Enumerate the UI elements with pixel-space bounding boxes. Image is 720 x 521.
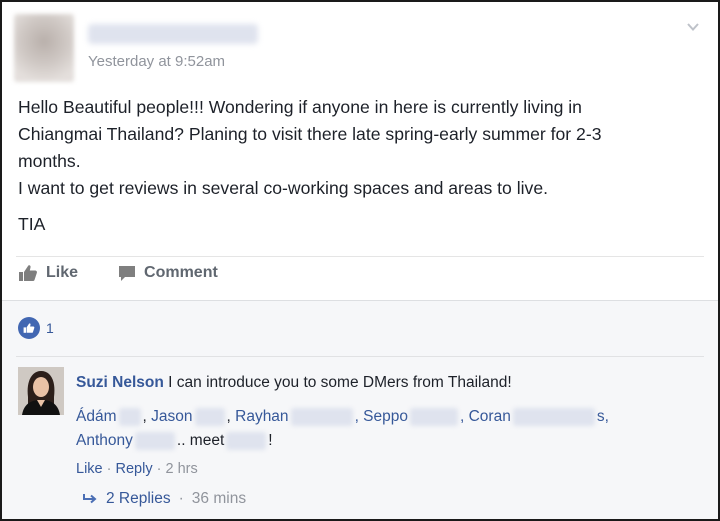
- comment-text: I can introduce you to some DMers from T…: [168, 374, 512, 391]
- mention-link[interactable]: s,: [597, 408, 609, 425]
- chevron-down-icon[interactable]: [686, 20, 700, 34]
- redacted-text: [194, 407, 225, 426]
- divider: [16, 256, 704, 257]
- mentions: Ádám, Jason, Rayhan, Seppo, Coran s, Anth…: [76, 407, 609, 450]
- post-actions: Like Comment: [18, 264, 218, 282]
- like-label: Like: [46, 264, 79, 281]
- facebook-post: Yesterday at 9:52am Hello Beautiful peop…: [0, 0, 720, 521]
- speech-bubble-icon: [119, 265, 136, 281]
- comment-like-link[interactable]: Like: [76, 461, 103, 477]
- mention-link[interactable]: , Coran: [460, 408, 511, 425]
- redacted-text: [134, 431, 175, 450]
- reply-arrow-icon: [83, 494, 97, 504]
- post-body: Hello Beautiful people!!! Wondering if a…: [18, 94, 708, 238]
- comments-section: 1 Suzi Nelson I can introduce you to som…: [2, 300, 718, 519]
- divider: [16, 356, 704, 357]
- poster-name-redacted[interactable]: [88, 24, 258, 44]
- comment-label: Comment: [144, 264, 218, 281]
- thumbs-up-icon: [19, 265, 37, 281]
- mention-link[interactable]: , Seppo: [355, 408, 408, 425]
- comment-text: !: [268, 432, 273, 449]
- mention-link[interactable]: Ádám: [76, 408, 117, 425]
- comment-meta: Like · Reply · 2 hrs: [76, 457, 702, 481]
- view-replies[interactable]: 2 Replies · 36 mins: [82, 490, 246, 508]
- poster-avatar[interactable]: [14, 14, 74, 82]
- comment-time[interactable]: 2 hrs: [166, 461, 198, 477]
- post-line: Hello Beautiful people!!! Wondering if a…: [18, 97, 582, 117]
- post-timestamp[interactable]: Yesterday at 9:52am: [88, 53, 225, 70]
- separator: ·: [178, 490, 184, 507]
- reaction-count: 1: [46, 320, 54, 336]
- redacted-text: [512, 407, 595, 426]
- mention-link[interactable]: Jason: [151, 408, 192, 425]
- separator: ·: [156, 461, 162, 477]
- mention-link[interactable]: Anthony: [76, 432, 133, 449]
- mention-link[interactable]: Rayhan: [235, 408, 288, 425]
- redacted-text: [410, 407, 458, 426]
- separator: ·: [106, 461, 112, 477]
- post-line: Chiangmai Thailand? Planing to visit the…: [18, 124, 602, 144]
- like-button[interactable]: Like: [18, 264, 78, 282]
- reactions-summary[interactable]: 1: [18, 317, 54, 339]
- comment-body: Suzi Nelson I can introduce you to some …: [76, 371, 702, 481]
- redacted-text: [226, 431, 267, 450]
- comment-author-link[interactable]: Suzi Nelson: [76, 374, 164, 391]
- redacted-text: [118, 407, 141, 426]
- avatar[interactable]: [18, 367, 64, 415]
- redacted-text: [290, 407, 353, 426]
- like-reaction-icon: [18, 317, 40, 339]
- post-line: I want to get reviews in several co-work…: [18, 178, 549, 198]
- post-line: months.: [18, 151, 81, 171]
- post-closing: TIA: [18, 214, 46, 234]
- replies-link[interactable]: 2 Replies: [106, 490, 171, 508]
- comment-button[interactable]: Comment: [118, 264, 218, 282]
- comment-reply-link[interactable]: Reply: [116, 461, 153, 477]
- comment-text: .. meet: [176, 432, 225, 449]
- replies-time: 36 mins: [191, 490, 247, 507]
